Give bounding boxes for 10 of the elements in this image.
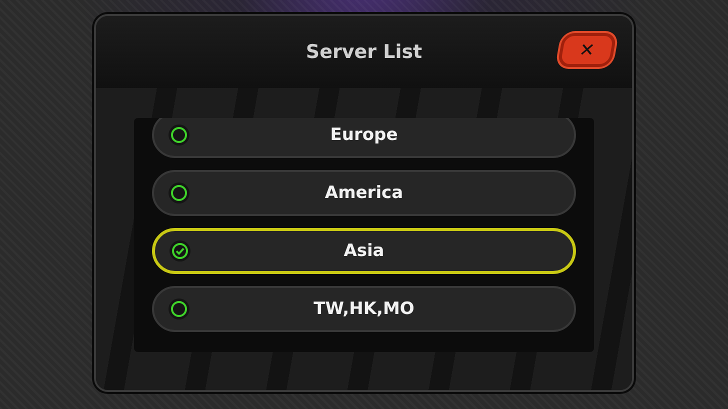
radio-circle-icon xyxy=(168,182,190,204)
server-option[interactable]: America xyxy=(152,170,576,216)
close-button[interactable]: ✕ xyxy=(557,33,617,67)
server-option[interactable]: Asia xyxy=(152,228,576,274)
server-option[interactable]: Europe xyxy=(152,118,576,158)
radio-circle-icon xyxy=(168,124,190,146)
server-option[interactable]: TW,HK,MO xyxy=(152,286,576,332)
dialog-title: Server List xyxy=(306,41,422,63)
radio-circle-icon xyxy=(168,298,190,320)
check-circle-icon xyxy=(169,240,191,262)
